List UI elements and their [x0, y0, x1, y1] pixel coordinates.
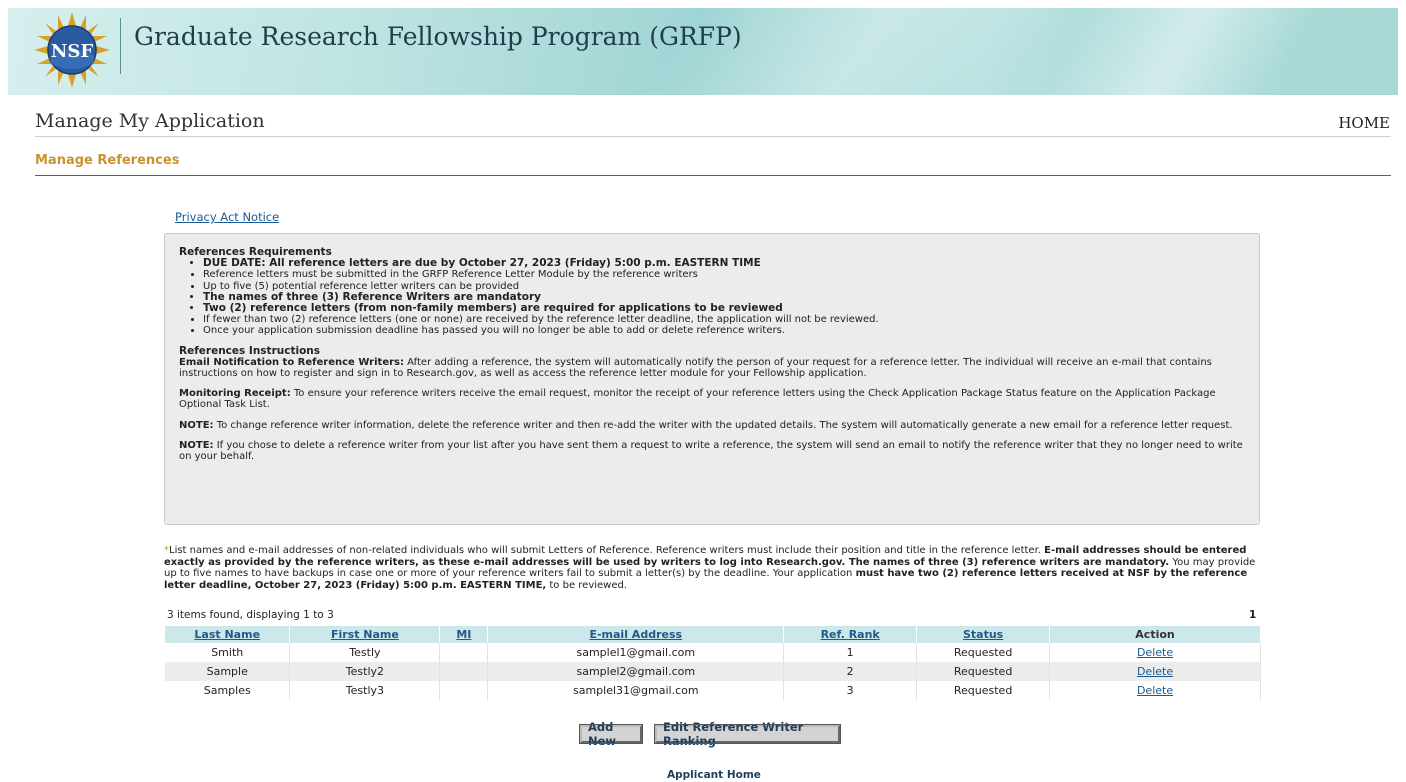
monitoring-receipt-text: Monitoring Receipt: To ensure your refer…: [179, 388, 1245, 410]
cell-email: samplel1@gmail.com: [487, 643, 785, 662]
list-item: DUE DATE: All reference letters are due …: [203, 257, 1245, 269]
note-label: NOTE:: [179, 419, 214, 431]
cell-status: Requested: [916, 662, 1051, 681]
cell-email: samplel2@gmail.com: [487, 662, 785, 681]
applicant-home-link[interactable]: Applicant Home: [667, 769, 761, 781]
monitoring-receipt-label: Monitoring Receipt:: [179, 388, 291, 400]
cell-rank: 1: [783, 643, 918, 662]
table-row: Sample Testly2 samplel2@gmail.com 2 Requ…: [165, 662, 1261, 681]
cell-status: Requested: [916, 643, 1051, 662]
note-delete-writer: NOTE: If you chose to delete a reference…: [179, 440, 1245, 462]
note-label: NOTE:: [179, 439, 214, 451]
program-title: Graduate Research Fellowship Program (GR…: [134, 22, 742, 51]
delete-link[interactable]: Delete: [1137, 684, 1173, 697]
notice-text: to be reviewed.: [546, 579, 628, 591]
cell-mi: [439, 662, 489, 681]
cell-first-name: Testly2: [289, 662, 441, 681]
list-item: Reference letters must be submitted in t…: [203, 269, 1245, 280]
cell-last-name: Sample: [165, 662, 291, 681]
list-item: If fewer than two (2) reference letters …: [203, 314, 1245, 325]
column-header-first-name[interactable]: First Name: [289, 626, 441, 643]
column-header-last-name[interactable]: Last Name: [165, 626, 291, 643]
cell-first-name: Testly: [289, 643, 441, 662]
header-banner: NSF Graduate Research Fellowship Program…: [8, 8, 1398, 95]
list-item: Two (2) reference letters (from non-fami…: [203, 302, 1245, 314]
table-row: Smith Testly samplel1@gmail.com 1 Reques…: [165, 643, 1261, 662]
sort-last-name-link[interactable]: Last Name: [194, 628, 260, 641]
divider: [35, 136, 1391, 137]
column-header-mi[interactable]: MI: [439, 626, 489, 643]
cell-rank: 3: [783, 681, 918, 700]
sort-email-link[interactable]: E-mail Address: [589, 628, 682, 641]
cell-first-name: Testly3: [289, 681, 441, 700]
cell-action: Delete: [1049, 643, 1261, 662]
section-title: Manage References: [35, 153, 180, 168]
column-header-status[interactable]: Status: [916, 626, 1051, 643]
nsf-logo[interactable]: NSF: [34, 12, 110, 88]
cell-last-name: Samples: [165, 681, 291, 700]
cell-action: Delete: [1049, 681, 1261, 700]
note-body: If you chose to delete a reference write…: [179, 439, 1243, 463]
delete-link[interactable]: Delete: [1137, 665, 1173, 678]
column-header-action: Action: [1049, 626, 1261, 643]
cell-rank: 2: [783, 662, 918, 681]
edit-ranking-button[interactable]: Edit Reference Writer Ranking: [654, 720, 841, 748]
reference-notice: *List names and e-mail addresses of non-…: [164, 545, 1260, 591]
sort-status-link[interactable]: Status: [963, 628, 1003, 641]
requirements-list: DUE DATE: All reference letters are due …: [179, 257, 1245, 336]
references-info-box: References Requirements DUE DATE: All re…: [164, 233, 1260, 525]
monitoring-receipt-body: To ensure your reference writers receive…: [179, 388, 1216, 411]
table-row: Samples Testly3 samplel31@gmail.com 3 Re…: [165, 681, 1261, 700]
instructions-heading: References Instructions: [179, 344, 321, 357]
delete-link[interactable]: Delete: [1137, 646, 1173, 659]
email-notification-label: Email Notification to Reference Writers:: [179, 356, 404, 368]
notice-text: List names and e-mail addresses of non-r…: [169, 545, 1045, 556]
column-header-rank[interactable]: Ref. Rank: [783, 626, 918, 643]
note-body: To change reference writer information, …: [213, 419, 1233, 431]
cell-action: Delete: [1049, 662, 1261, 681]
items-count: 3 items found, displaying 1 to 3: [167, 609, 334, 621]
svg-text:NSF: NSF: [51, 41, 93, 62]
list-item: Once your application submission deadlin…: [203, 325, 1245, 336]
email-notification-text: Email Notification to Reference Writers:…: [179, 357, 1245, 379]
banner-divider: [120, 18, 121, 74]
column-header-email[interactable]: E-mail Address: [487, 626, 785, 643]
add-new-button[interactable]: Add New: [579, 720, 643, 748]
sort-mi-link[interactable]: MI: [456, 628, 471, 641]
privacy-act-link[interactable]: Privacy Act Notice: [175, 210, 279, 224]
sort-first-name-link[interactable]: First Name: [331, 628, 399, 641]
home-link[interactable]: HOME: [1338, 114, 1390, 132]
cell-status: Requested: [916, 681, 1051, 700]
cell-mi: [439, 681, 489, 700]
page-title: Manage My Application: [35, 110, 265, 132]
page-number[interactable]: 1: [1249, 609, 1256, 621]
divider: [35, 175, 1391, 176]
references-table: Last Name First Name MI E-mail Address R…: [165, 626, 1261, 700]
table-header-row: Last Name First Name MI E-mail Address R…: [165, 626, 1261, 643]
cell-email: samplel31@gmail.com: [487, 681, 785, 700]
cell-last-name: Smith: [165, 643, 291, 662]
cell-mi: [439, 643, 489, 662]
sort-rank-link[interactable]: Ref. Rank: [821, 628, 880, 641]
note-change-writer: NOTE: To change reference writer informa…: [179, 420, 1245, 431]
